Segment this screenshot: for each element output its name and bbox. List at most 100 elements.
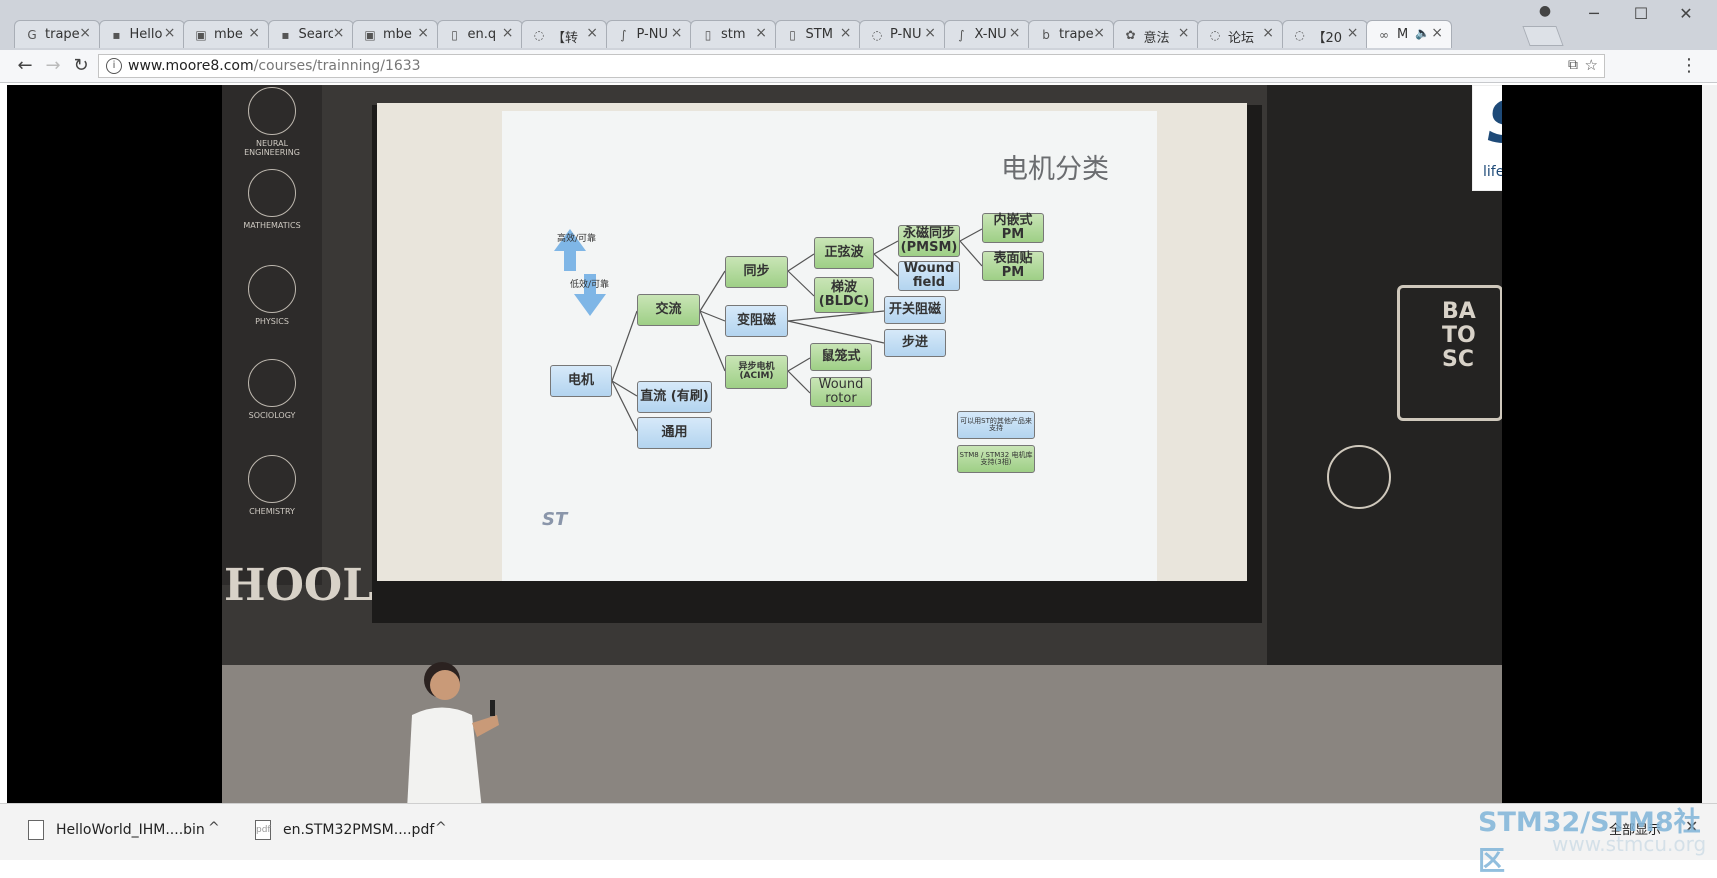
subject-chemistry: CHEMISTRY: [232, 453, 312, 531]
box-spm: 表面贴PM: [982, 251, 1044, 281]
bing-icon: b: [1042, 28, 1050, 42]
st-icon: ∫: [958, 28, 965, 42]
maximize-button[interactable]: ☐: [1626, 4, 1656, 23]
address-bar[interactable]: i www.moore8.com/courses/trainning/1633 …: [98, 54, 1605, 78]
close-tab-icon[interactable]: ×: [755, 25, 767, 41]
close-tab-icon[interactable]: ×: [1093, 25, 1105, 41]
tab-1[interactable]: ▪ Hello ×: [98, 20, 185, 48]
close-tab-icon[interactable]: ×: [1262, 25, 1274, 41]
tab-12[interactable]: b trape ×: [1028, 20, 1114, 48]
close-window-button[interactable]: ✕: [1671, 4, 1701, 23]
document-icon: ▯: [704, 28, 712, 42]
box-wound-rotor: Wound rotor: [810, 377, 872, 407]
extension-icon[interactable]: ⧉: [1568, 57, 1578, 73]
projector-screen: 电机分类 高效/可靠 低效/可靠 电机 交流 直流 (有刷) 通用 同步 变阻磁…: [377, 103, 1247, 581]
chevron-up-icon[interactable]: ^: [435, 820, 447, 836]
info-icon[interactable]: i: [106, 58, 122, 74]
tab-2[interactable]: ▣ mbe ×: [183, 20, 269, 48]
close-tab-icon[interactable]: ×: [1009, 25, 1021, 41]
close-tab-icon[interactable]: ×: [586, 25, 598, 41]
close-tab-icon[interactable]: ×: [164, 25, 176, 41]
loading-icon: ◌: [533, 28, 545, 42]
loading-icon: ◌: [1209, 28, 1221, 42]
back-button[interactable]: ←: [14, 55, 36, 77]
tab-label: Searc: [298, 27, 333, 42]
tab-14[interactable]: ◌ 论坛 ×: [1197, 20, 1283, 48]
tab-3[interactable]: ▪ Searc ×: [267, 20, 354, 48]
st-logo-small: ST: [542, 509, 568, 530]
new-tab-button[interactable]: [1522, 26, 1564, 46]
close-tab-icon[interactable]: ×: [333, 25, 345, 41]
close-tab-icon[interactable]: ×: [1178, 25, 1190, 41]
st-icon: ∫: [620, 28, 627, 42]
tab-5[interactable]: ▯ en.q ×: [436, 20, 523, 48]
tab-label: 【20: [1312, 31, 1343, 46]
tab-label: 意法: [1143, 31, 1170, 46]
tab-4[interactable]: ▣ mbe ×: [352, 20, 438, 48]
audio-icon[interactable]: 🔈: [1415, 26, 1430, 40]
st-tagline: life.augmented: [1483, 164, 1502, 180]
tab-label: 【转: [552, 31, 579, 46]
profile-icon[interactable]: ●: [1530, 3, 1560, 19]
reload-button[interactable]: ↻: [70, 55, 92, 77]
box-trapezoid: 梯波 (BLDC): [814, 277, 874, 313]
menu-icon[interactable]: ⋮: [1678, 55, 1700, 77]
url-host: www.moore8.com: [128, 58, 254, 74]
chevron-up-icon[interactable]: ^: [208, 820, 220, 836]
tab-11[interactable]: ∫ X-NU ×: [943, 20, 1030, 48]
download-shelf: HelloWorld_IHM....bin ^ pdf en.STM32PMSM…: [0, 803, 1717, 860]
box-universal: 通用: [637, 417, 712, 449]
close-tab-icon[interactable]: ×: [417, 25, 429, 41]
tab-7[interactable]: ∫ P-NU ×: [605, 20, 692, 48]
close-tab-icon[interactable]: ×: [502, 25, 514, 41]
tab-label: trape: [45, 27, 79, 42]
close-tab-icon[interactable]: ×: [1347, 25, 1359, 41]
tab-16[interactable]: ∞ M 🔈 ×: [1366, 20, 1452, 48]
bookmark-star-icon[interactable]: ☆: [1585, 56, 1598, 74]
video-player[interactable]: NEURAL ENGINEERING MATHEMATICS PHYSICS S…: [222, 85, 1502, 803]
chalk-text: BA TO SC: [1442, 299, 1476, 373]
forward-button[interactable]: →: [42, 55, 64, 77]
box-sync: 同步: [725, 256, 788, 288]
minimize-button[interactable]: ─: [1579, 4, 1609, 23]
tab-label: en.q: [467, 27, 497, 42]
box-sine: 正弦波: [814, 237, 874, 269]
tab-0[interactable]: Gtrape ×: [14, 20, 100, 48]
page-icon: ▪: [112, 28, 121, 42]
wall-lettering: HOOL: [224, 560, 374, 611]
tab-label: M: [1397, 27, 1409, 42]
tab-8[interactable]: ▯ stm ×: [690, 20, 776, 48]
tab-label: 论坛: [1228, 31, 1255, 46]
tab-10[interactable]: ◌ P-NU ×: [859, 20, 945, 48]
download-item-pdf[interactable]: pdf en.STM32PMSM....pdf ^: [255, 814, 455, 848]
close-tab-icon[interactable]: ×: [671, 25, 683, 41]
close-tab-icon[interactable]: ×: [924, 25, 936, 41]
box-motor: 电机: [550, 365, 612, 397]
box-pmsm: 永磁同步 (PMSM): [898, 225, 960, 257]
close-tab-icon[interactable]: ×: [248, 25, 260, 41]
box-ipm: 内嵌式 PM: [982, 213, 1044, 243]
box-stepper: 步进: [884, 329, 946, 357]
download-filename: HelloWorld_IHM....bin: [56, 822, 205, 838]
loading-icon: ◌: [1294, 28, 1305, 42]
note-other-products: 可以用ST的其他产品来支持: [957, 411, 1035, 439]
right-edge-panel: [1702, 85, 1717, 803]
browser-toolbar: ← → ↻ i www.moore8.com/courses/trainning…: [0, 50, 1717, 83]
tab-13[interactable]: ✿ 意法 ×: [1112, 20, 1199, 48]
close-tab-icon[interactable]: ×: [840, 25, 852, 41]
tab-15[interactable]: ◌ 【20 ×: [1281, 20, 1368, 48]
box-squirrel-cage: 鼠笼式: [810, 343, 872, 371]
download-item-bin[interactable]: HelloWorld_IHM....bin ^: [28, 814, 228, 848]
tab-9[interactable]: ▯ STM ×: [774, 20, 861, 48]
tab-label: mbe: [214, 27, 243, 42]
chalkboard-right: BA TO SC: [1267, 85, 1502, 665]
tab-label: X-NU: [974, 27, 1007, 42]
close-tab-icon[interactable]: ×: [1431, 25, 1443, 41]
subject-sociology: SOCIOLOGY: [232, 357, 312, 435]
close-tab-icon[interactable]: ×: [79, 25, 91, 41]
file-icon: [28, 820, 44, 840]
subject-math: MATHEMATICS: [232, 167, 312, 245]
forum-icon: ✿: [1125, 28, 1136, 42]
tab-6[interactable]: ◌ 【转 ×: [521, 20, 607, 48]
legend-up: 高效/可靠: [557, 234, 597, 244]
